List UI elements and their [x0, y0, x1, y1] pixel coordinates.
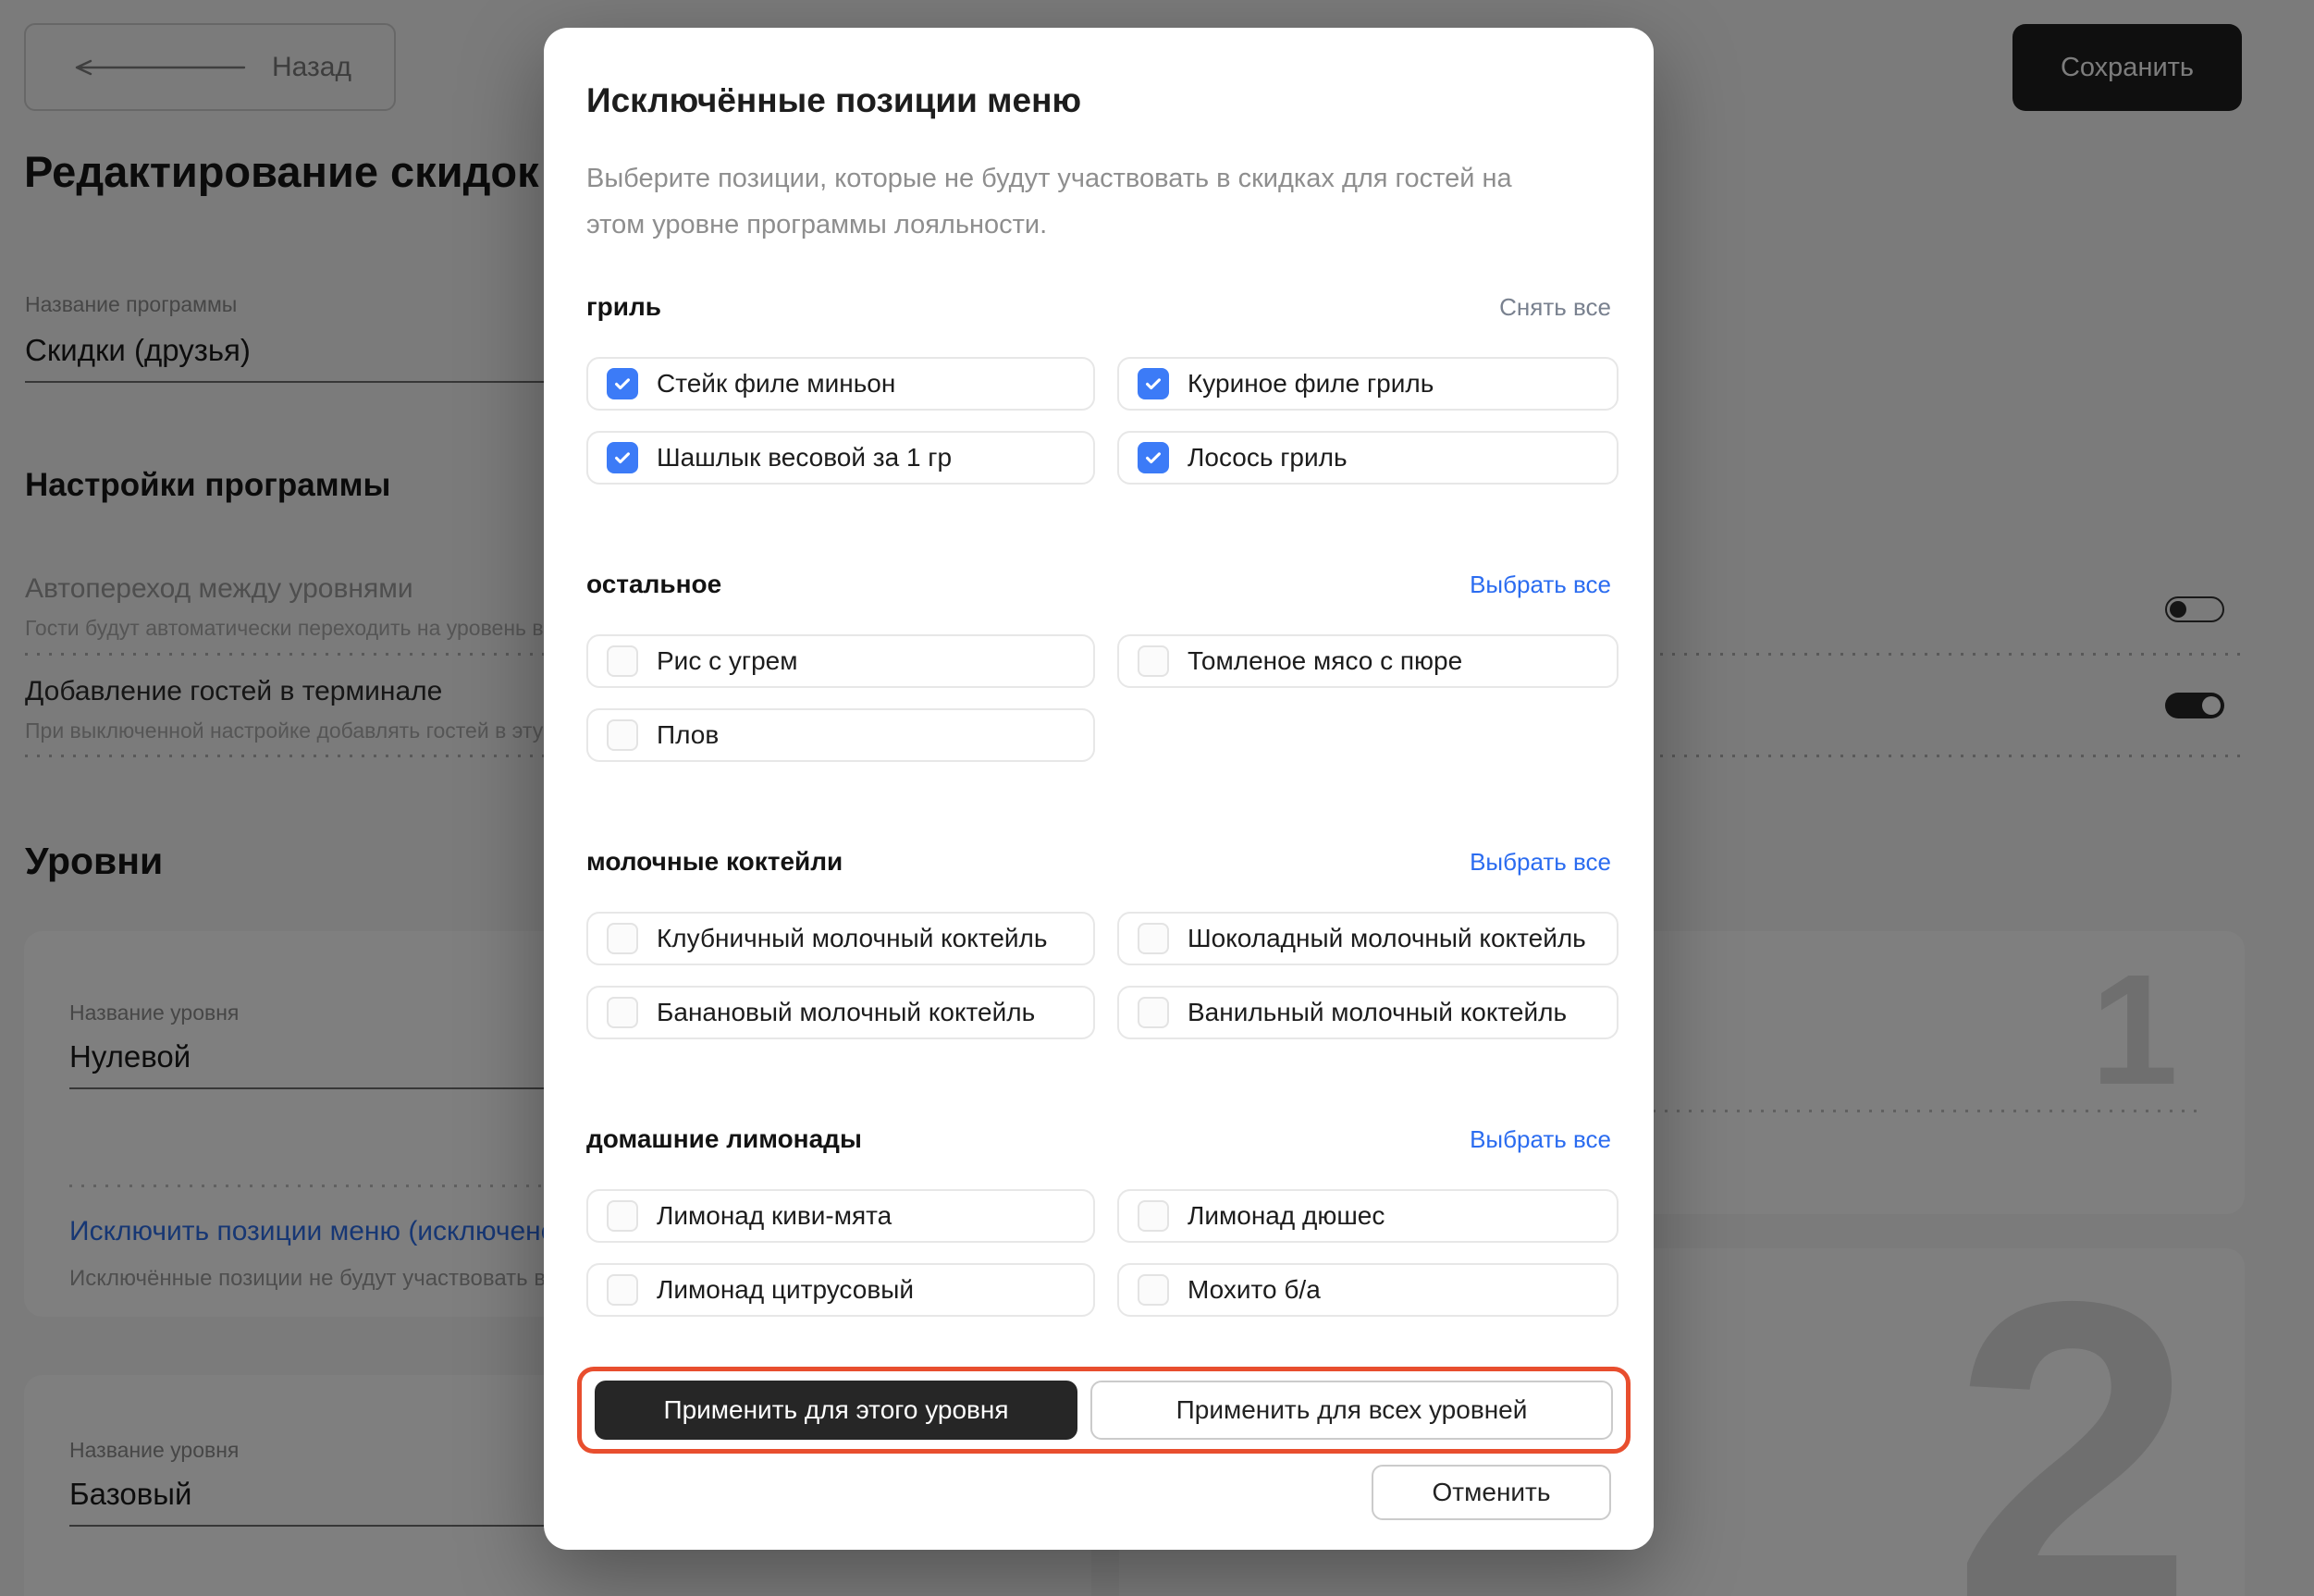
- section-title: гриль: [586, 292, 661, 322]
- section-title: остальное: [586, 570, 721, 599]
- app-screen: Назад Сохранить Редактирование скидок На…: [0, 0, 2314, 1596]
- apply-all-levels-label: Применить для всех уровней: [1176, 1395, 1528, 1425]
- menu-item-option[interactable]: Клубничный молочный коктейль: [586, 912, 1095, 965]
- menu-item-label: Лимонад цитрусовый: [657, 1275, 914, 1305]
- menu-item-label: Стейк филе миньон: [657, 369, 895, 399]
- section-items-grid: Лимонад киви-мята Лимонад дюшес Лимонад ци…: [586, 1189, 1611, 1317]
- menu-item-label: Лимонад дюшес: [1188, 1201, 1385, 1231]
- menu-item-label: Лосось гриль: [1188, 443, 1348, 473]
- menu-item-label: Клубничный молочный коктейль: [657, 924, 1047, 953]
- section-header: гриль Снять все: [586, 292, 1611, 322]
- menu-item-option[interactable]: Томленое мясо с пюре: [1117, 634, 1619, 688]
- checkbox-unchecked[interactable]: [607, 645, 638, 677]
- modal-footer: Отменить: [586, 1465, 1611, 1520]
- menu-item-label: Лимонад киви-мята: [657, 1201, 892, 1231]
- section-items-grid: Рис с угрем Томленое мясо с пюре Плов: [586, 634, 1611, 762]
- checkbox-checked[interactable]: [607, 442, 638, 473]
- modal-description-line2: этом уровне программы лояльности.: [586, 202, 1611, 248]
- section-header: остальное Выбрать все: [586, 570, 1611, 599]
- menu-item-option[interactable]: Плов: [586, 708, 1095, 762]
- section-items-grid: Стейк филе миньон Куриное филе гриль Шашлы…: [586, 357, 1611, 485]
- checkbox-checked[interactable]: [1138, 368, 1169, 399]
- apply-this-level-label: Применить для этого уровня: [663, 1395, 1008, 1425]
- apply-this-level-button[interactable]: Применить для этого уровня: [595, 1381, 1077, 1440]
- menu-item-label: Рис с угрем: [657, 646, 797, 676]
- menu-item-option[interactable]: Рис с угрем: [586, 634, 1095, 688]
- checkbox-unchecked[interactable]: [1138, 1274, 1169, 1306]
- menu-section-1: гриль Снять все Стейк филе миньон Куриное ф…: [586, 292, 1611, 485]
- select-all-link[interactable]: Выбрать все: [1470, 848, 1611, 877]
- cancel-button[interactable]: Отменить: [1372, 1465, 1611, 1520]
- menu-item-label: Шоколадный молочный коктейль: [1188, 924, 1586, 953]
- menu-item-option[interactable]: Стейк филе миньон: [586, 357, 1095, 411]
- section-header: молочные коктейли Выбрать все: [586, 847, 1611, 877]
- checkbox-unchecked[interactable]: [607, 1274, 638, 1306]
- menu-item-option[interactable]: Шоколадный молочный коктейль: [1117, 912, 1619, 965]
- menu-item-option[interactable]: Банановый молочный коктейль: [586, 986, 1095, 1039]
- menu-item-label: Банановый молочный коктейль: [657, 998, 1035, 1027]
- checkbox-unchecked[interactable]: [607, 997, 638, 1028]
- checkbox-unchecked[interactable]: [1138, 1200, 1169, 1232]
- excluded-items-modal: Исключённые позиции меню Выберите позици…: [544, 28, 1654, 1550]
- checkbox-checked[interactable]: [1138, 442, 1169, 473]
- deselect-all-link[interactable]: Снять все: [1499, 293, 1611, 322]
- annotation-highlight: Применить для этого уровня Применить для…: [577, 1367, 1631, 1454]
- section-title: молочные коктейли: [586, 847, 843, 877]
- menu-item-option[interactable]: Лимонад дюшес: [1117, 1189, 1619, 1243]
- checkbox-unchecked[interactable]: [607, 1200, 638, 1232]
- checkbox-unchecked[interactable]: [607, 719, 638, 751]
- apply-all-levels-button[interactable]: Применить для всех уровней: [1090, 1381, 1613, 1440]
- section-title: домашние лимонады: [586, 1124, 862, 1154]
- menu-sections: гриль Снять все Стейк филе миньон Куриное ф…: [586, 292, 1611, 1317]
- menu-section-3: молочные коктейли Выбрать все Клубничный м…: [586, 847, 1611, 1039]
- menu-item-label: Плов: [657, 720, 719, 750]
- menu-item-option[interactable]: Мохито б/а: [1117, 1263, 1619, 1317]
- checkbox-unchecked[interactable]: [1138, 923, 1169, 954]
- section-header: домашние лимонады Выбрать все: [586, 1124, 1611, 1154]
- menu-item-label: Ванильный молочный коктейль: [1188, 998, 1567, 1027]
- menu-item-label: Томленое мясо с пюре: [1188, 646, 1462, 676]
- menu-item-label: Шашлык весовой за 1 гр: [657, 443, 952, 473]
- menu-item-option[interactable]: Шашлык весовой за 1 гр: [586, 431, 1095, 485]
- cancel-button-label: Отменить: [1433, 1478, 1551, 1507]
- menu-item-label: Мохито б/а: [1188, 1275, 1321, 1305]
- checkbox-unchecked[interactable]: [1138, 997, 1169, 1028]
- menu-item-option[interactable]: Лимонад цитрусовый: [586, 1263, 1095, 1317]
- menu-item-label: Куриное филе гриль: [1188, 369, 1434, 399]
- menu-section-4: домашние лимонады Выбрать все Лимонад киви…: [586, 1124, 1611, 1317]
- modal-description: Выберите позиции, которые не будут участ…: [586, 155, 1611, 248]
- menu-item-option[interactable]: Лосось гриль: [1117, 431, 1619, 485]
- menu-item-option[interactable]: Ванильный молочный коктейль: [1117, 986, 1619, 1039]
- modal-title: Исключённые позиции меню: [586, 81, 1611, 120]
- modal-description-line1: Выберите позиции, которые не будут участ…: [586, 155, 1611, 202]
- section-items-grid: Клубничный молочный коктейль Шоколадный м…: [586, 912, 1611, 1039]
- select-all-link[interactable]: Выбрать все: [1470, 571, 1611, 599]
- checkbox-unchecked[interactable]: [1138, 645, 1169, 677]
- menu-item-option[interactable]: Куриное филе гриль: [1117, 357, 1619, 411]
- menu-item-option[interactable]: Лимонад киви-мята: [586, 1189, 1095, 1243]
- select-all-link[interactable]: Выбрать все: [1470, 1125, 1611, 1154]
- checkbox-unchecked[interactable]: [607, 923, 638, 954]
- menu-section-2: остальное Выбрать все Рис с угрем Томленое …: [586, 570, 1611, 762]
- checkbox-checked[interactable]: [607, 368, 638, 399]
